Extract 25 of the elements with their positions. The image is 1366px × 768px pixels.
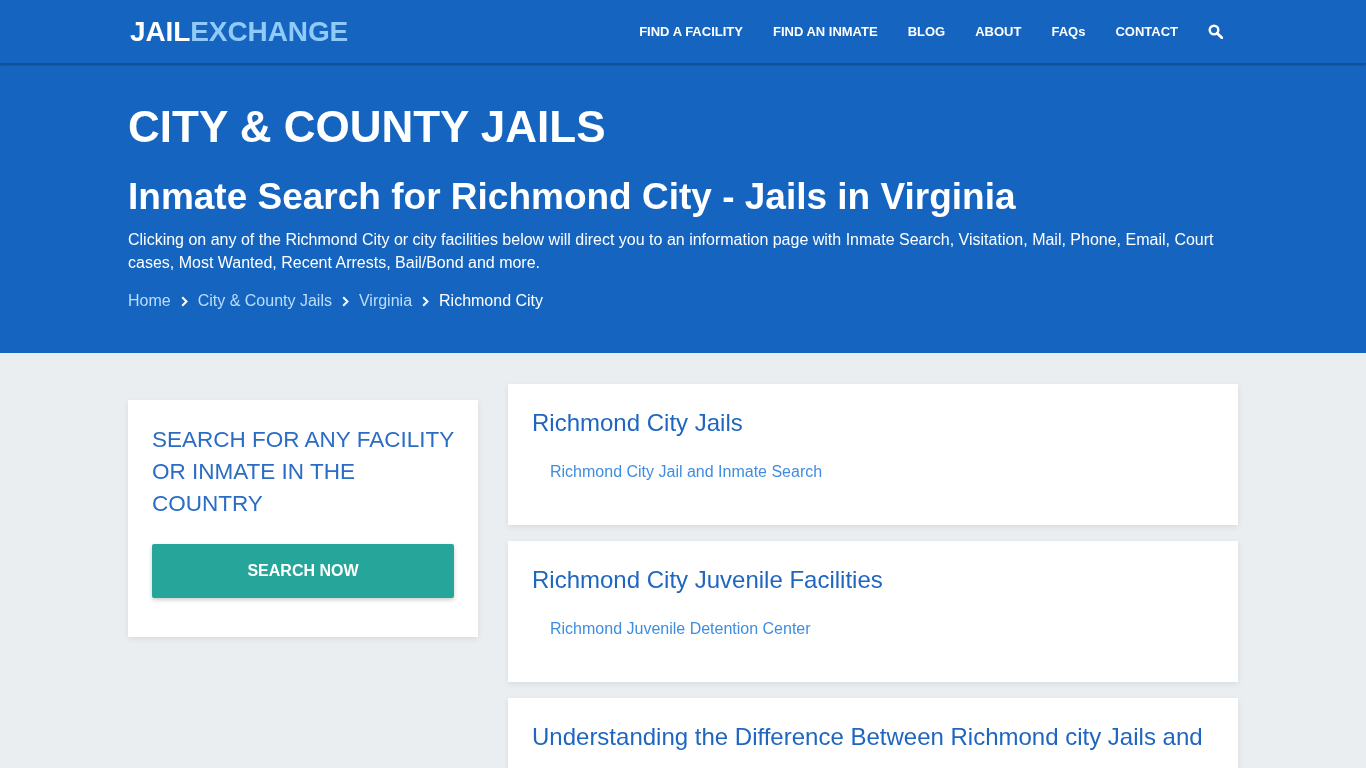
nav-link[interactable]: FAQs <box>1036 24 1101 39</box>
chevron-icon <box>180 295 188 307</box>
breadcrumb-link[interactable]: Home <box>128 289 171 313</box>
search-now-button[interactable]: SEARCH NOW <box>152 544 454 598</box>
page-title: CITY & COUNTY JAILS <box>128 101 607 153</box>
site-logo[interactable]: JAILEXCHANGE <box>130 15 349 48</box>
nav-link[interactable]: ABOUT <box>960 24 1037 39</box>
facility-link[interactable]: Richmond Juvenile Detention Center <box>550 617 811 641</box>
search-card-title: SEARCH FOR ANY FACILITY OR INMATE IN THE COUNTRY <box>152 426 454 518</box>
chevron-icon <box>341 295 349 307</box>
search-icon[interactable] <box>1208 24 1223 39</box>
current-page-text: Richmond City <box>439 291 544 311</box>
card-title: Richmond City Jails <box>532 408 744 438</box>
chevron-icon <box>422 295 430 307</box>
nav-link[interactable]: FIND A FACILITY <box>624 24 758 39</box>
facility-link[interactable]: Richmond City Jail and Inmate Search <box>550 460 823 484</box>
page-subtitle: Inmate Search for Richmond City - Jails in Virginia <box>128 175 1017 219</box>
nav-link[interactable]: FIND AN INMATE <box>757 24 893 39</box>
nav-link[interactable]: BLOG <box>892 24 961 39</box>
breadcrumb-link[interactable]: City & County Jails <box>197 289 332 313</box>
intro-paragraph: Clicking on any of the Richmond City or city facilities below will direct you to an information page with Inmate Search, Visitation, Mail, Phone, Email, Court cases, Most Wanted, Recent Arrests, Bail/Bond and more. <box>128 230 1215 273</box>
card-title: Understanding the Difference Between Richmond city Jails and <box>532 722 1204 752</box>
nav-link[interactable]: CONTACT <box>1100 24 1193 39</box>
breadcrumb-link[interactable]: Virginia <box>358 289 413 313</box>
card-title: Richmond City Juvenile Facilities <box>532 565 884 595</box>
